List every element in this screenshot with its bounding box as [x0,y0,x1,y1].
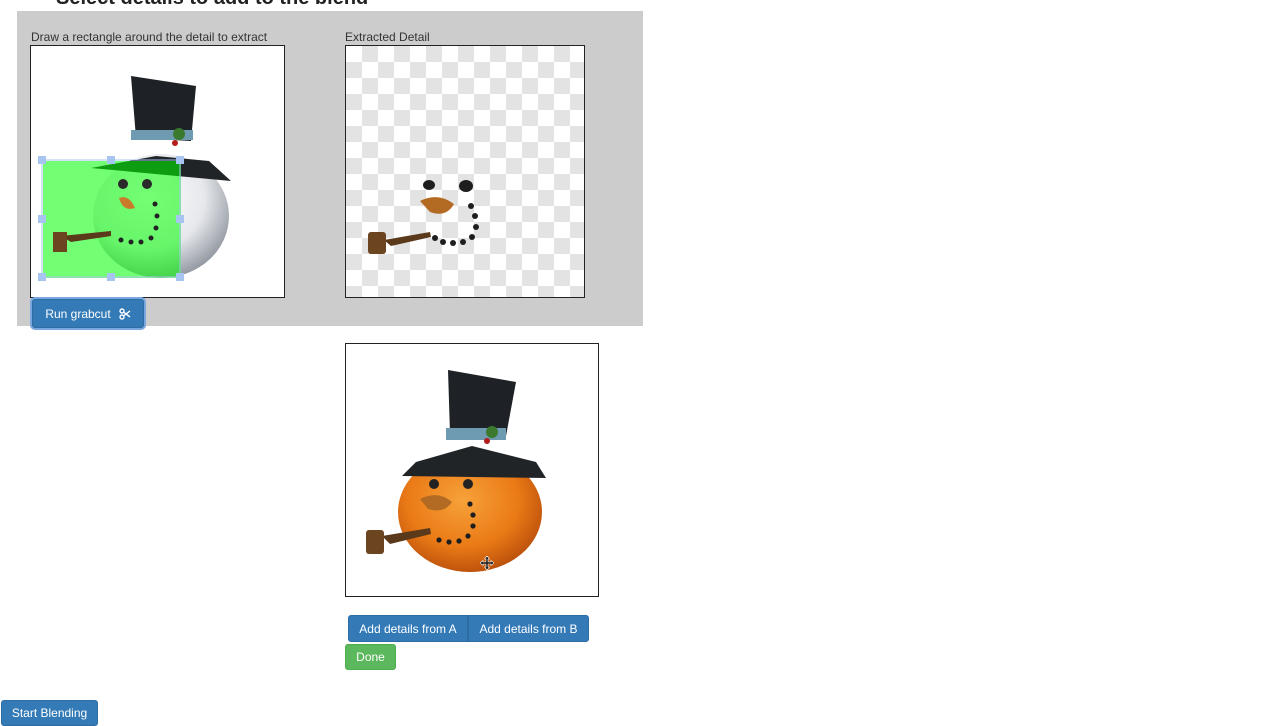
resize-handles [38,156,184,281]
blended-image [366,370,546,572]
extracted-caption: Extracted Detail [345,30,430,44]
page-heading: Select details to add to the blend [56,0,368,10]
selection-rectangle[interactable] [36,155,188,285]
run-grabcut-button[interactable]: Run grabcut [32,299,144,328]
start-blending-button[interactable]: Start Blending [1,700,98,726]
extracted-detail-image [368,180,479,254]
run-grabcut-label: Run grabcut [45,306,111,321]
scissors-icon [118,307,131,320]
add-details-from-b-button[interactable]: Add details from B [468,615,589,642]
extracted-detail-canvas [345,45,585,298]
source-caption: Draw a rectangle around the detail to ex… [31,30,268,44]
add-details-from-a-button[interactable]: Add details from A [348,615,468,642]
blend-result-canvas[interactable] [345,343,599,597]
done-button[interactable]: Done [345,644,396,670]
move-cursor-icon [480,556,494,570]
